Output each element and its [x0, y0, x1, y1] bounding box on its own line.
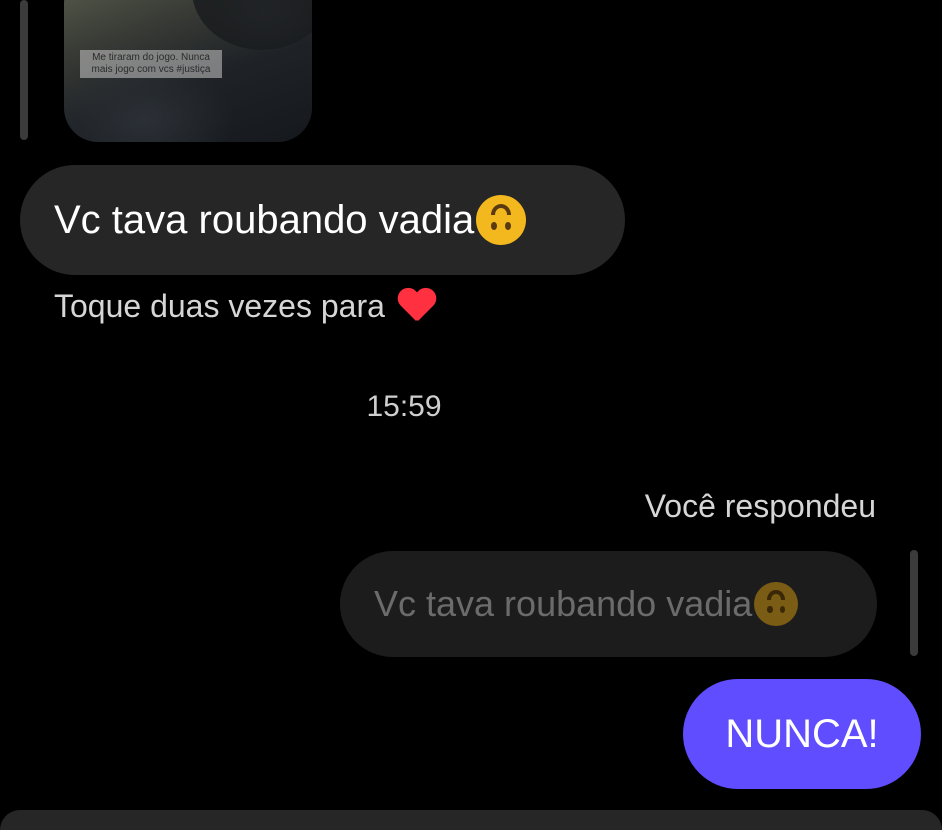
quoted-message-text: Vc tava roubando vadia — [374, 583, 753, 624]
reply-indicator-bar — [910, 550, 918, 656]
media-image-shadow — [192, 0, 312, 50]
sent-message-bubble[interactable]: NUNCA! — [683, 679, 921, 789]
double-tap-hint: Toque duas vezes para — [54, 288, 435, 325]
received-message-text: Vc tava roubando vadia — [54, 197, 475, 242]
media-caption: Me tiraram do jogo. Nunca mais jogo com … — [80, 50, 222, 78]
reply-indicator-bar — [20, 0, 28, 140]
message-composer[interactable] — [0, 810, 942, 830]
upside-down-face-icon — [754, 582, 799, 626]
quoted-message-bubble[interactable]: Vc tava roubando vadia — [340, 551, 877, 657]
reply-context-label: Você respondeu — [644, 488, 876, 524]
upside-down-face-icon — [476, 195, 527, 245]
sent-message-text: NUNCA! — [725, 711, 879, 756]
message-timestamp: 15:59 — [366, 390, 442, 423]
shared-media-thumbnail[interactable]: Me tiraram do jogo. Nunca mais jogo com … — [64, 0, 312, 142]
heart-icon — [397, 289, 435, 325]
double-tap-hint-text: Toque duas vezes para — [54, 288, 385, 324]
received-message-bubble[interactable]: Vc tava roubando vadia — [20, 165, 625, 275]
